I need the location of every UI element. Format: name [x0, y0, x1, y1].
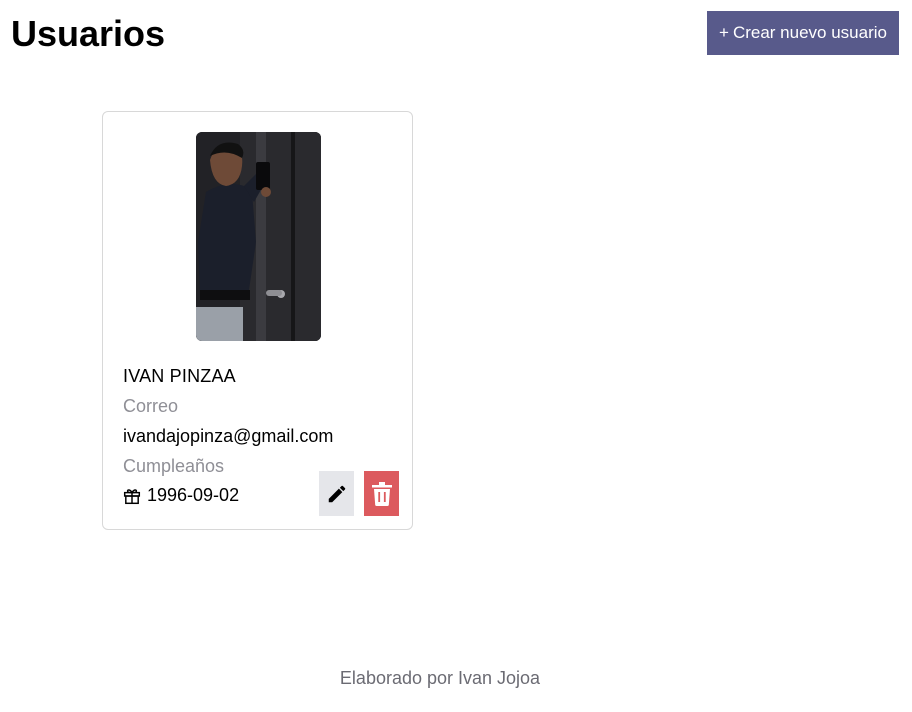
trash-icon [370, 481, 394, 507]
page-title: Usuarios [11, 13, 166, 54]
gift-icon [123, 487, 141, 505]
user-name: IVAN PINZAA [123, 366, 236, 386]
user-email: ivandajopinza@gmail.com [123, 426, 334, 446]
user-photo [196, 132, 321, 341]
create-user-label: Crear nuevo usuario [732, 23, 887, 42]
birthday-label: Cumpleaños [123, 456, 225, 476]
edit-user-button[interactable] [319, 471, 354, 516]
pencil-icon [326, 483, 348, 505]
delete-user-button[interactable] [364, 471, 399, 516]
user-birthday: 1996-09-02 [147, 485, 240, 505]
footer-credit: Elaborado por Ivan Jojoa [339, 668, 541, 688]
user-photo-image [196, 132, 321, 341]
plus-icon: + [719, 23, 729, 42]
birthday-row: 1996-09-02 [123, 485, 239, 506]
create-user-button[interactable]: + Crear nuevo usuario [707, 11, 899, 55]
user-card: IVAN PINZAA Correo ivandajopinza@gmail.c… [102, 111, 413, 530]
email-label: Correo [123, 396, 179, 416]
